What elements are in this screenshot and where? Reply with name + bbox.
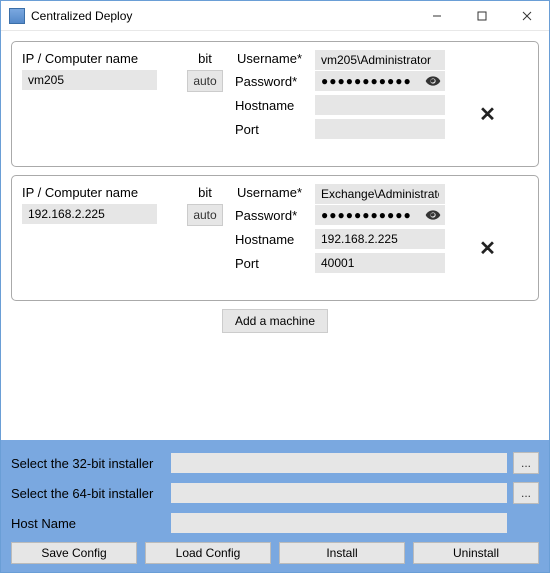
hostname-field[interactable] — [315, 95, 445, 115]
bit-header: bit — [175, 185, 235, 204]
load-config-button[interactable]: Load Config — [145, 542, 271, 564]
port-field[interactable] — [315, 253, 445, 273]
browse-64-button[interactable]: ... — [513, 482, 539, 504]
username-header: Username* — [235, 185, 315, 204]
ip-header: IP / Computer name — [20, 185, 175, 204]
add-machine-button[interactable]: Add a machine — [222, 309, 328, 333]
close-button[interactable] — [504, 1, 549, 31]
uninstall-button[interactable]: Uninstall — [413, 542, 539, 564]
machine-panel: IP / Computer name bit Username* auto Pa… — [11, 175, 539, 301]
port-label: Port — [235, 254, 315, 273]
bit-button[interactable]: auto — [187, 70, 223, 92]
minimize-button[interactable] — [414, 1, 459, 31]
hostname-label: Hostname — [235, 230, 315, 249]
bit-button[interactable]: auto — [187, 204, 223, 226]
bit-header: bit — [175, 51, 235, 70]
installer32-label: Select the 32-bit installer — [11, 456, 171, 471]
app-icon — [9, 8, 25, 24]
ip-header: IP / Computer name — [20, 51, 175, 70]
installer64-field[interactable] — [171, 483, 507, 503]
port-field[interactable] — [315, 119, 445, 139]
username-field[interactable] — [315, 184, 445, 204]
installer64-label: Select the 64-bit installer — [11, 486, 171, 501]
close-icon[interactable]: ✕ — [473, 102, 502, 127]
install-button[interactable]: Install — [279, 542, 405, 564]
port-label: Port — [235, 120, 315, 139]
hostname-label: Hostname — [235, 96, 315, 115]
bottom-panel: Select the 32-bit installer ... Select t… — [1, 440, 549, 572]
hostname-bottom-label: Host Name — [11, 516, 171, 531]
installer32-field[interactable] — [171, 453, 507, 473]
browse-32-button[interactable]: ... — [513, 452, 539, 474]
save-config-button[interactable]: Save Config — [11, 542, 137, 564]
window-title: Centralized Deploy — [31, 9, 132, 23]
hostname-bottom-field[interactable] — [171, 513, 507, 533]
close-icon[interactable]: ✕ — [473, 236, 502, 261]
app-window: Centralized Deploy IP / Computer name bi… — [0, 0, 550, 573]
ip-field[interactable] — [22, 70, 157, 90]
content-area: IP / Computer name bit Username* auto Pa… — [1, 31, 549, 440]
eye-icon[interactable] — [425, 73, 441, 89]
hostname-field[interactable] — [315, 229, 445, 249]
password-label: Password* — [235, 206, 315, 225]
machine-panel: IP / Computer name bit Username* auto Pa… — [11, 41, 539, 167]
username-field[interactable] — [315, 50, 445, 70]
eye-icon[interactable] — [425, 207, 441, 223]
ip-field[interactable] — [22, 204, 157, 224]
password-label: Password* — [235, 72, 315, 91]
titlebar: Centralized Deploy — [1, 1, 549, 31]
maximize-button[interactable] — [459, 1, 504, 31]
username-header: Username* — [235, 51, 315, 70]
